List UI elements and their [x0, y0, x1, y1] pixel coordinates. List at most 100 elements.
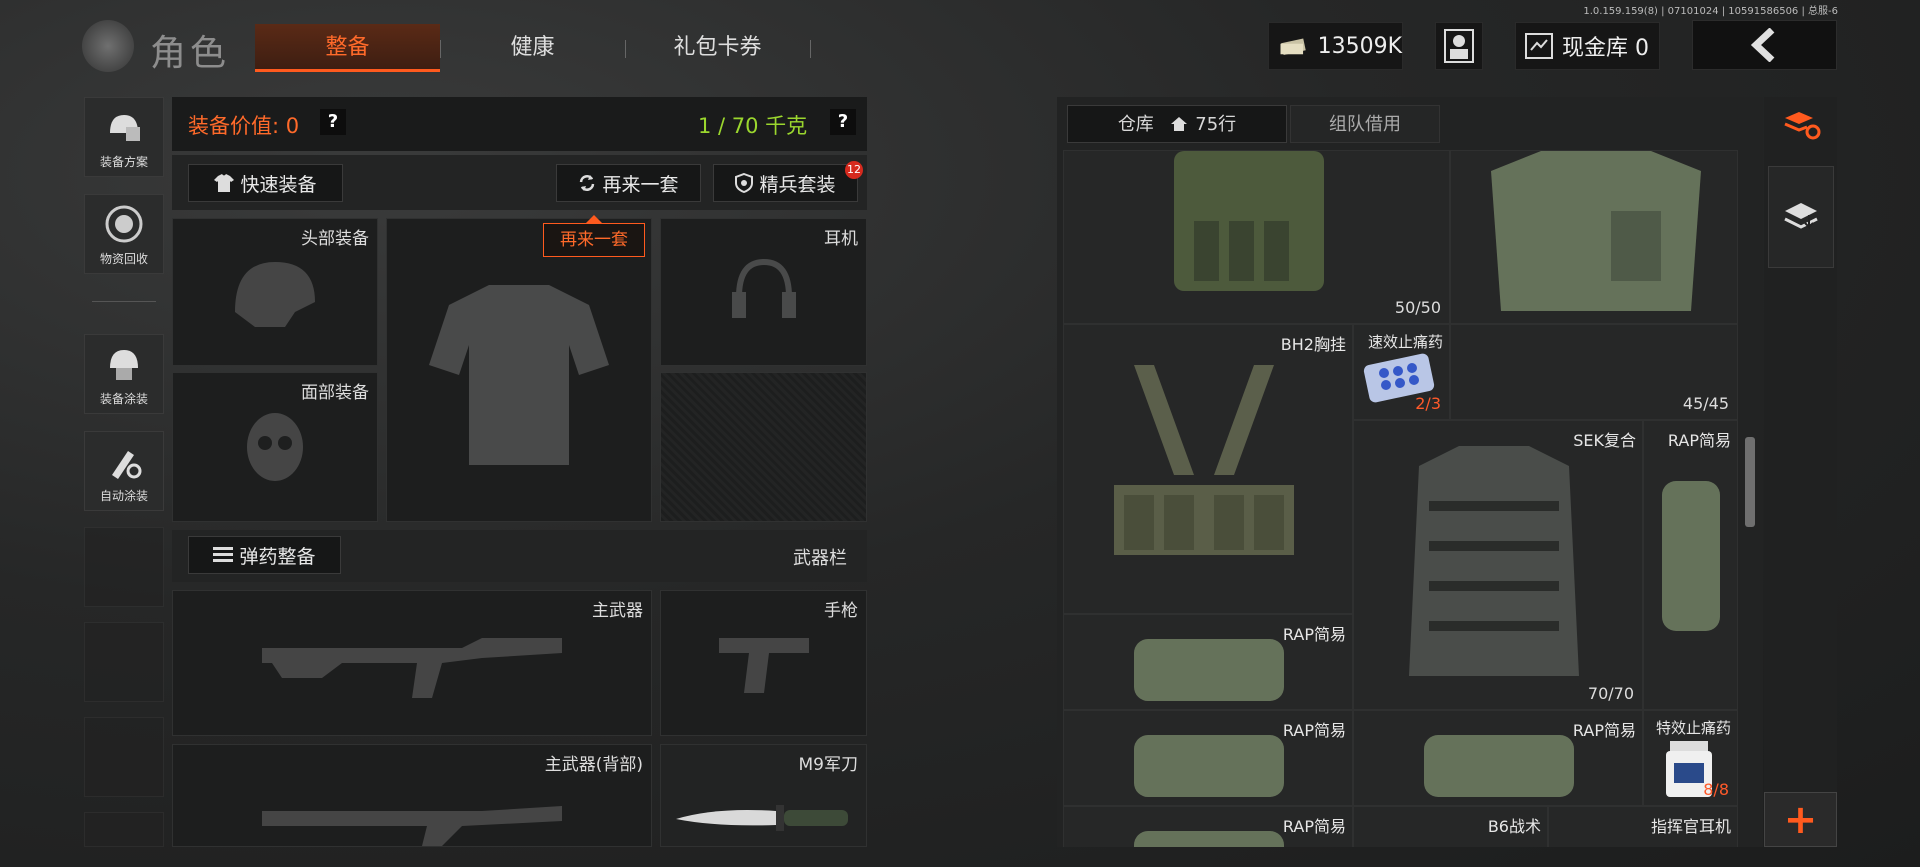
sidebar-empty-slot	[84, 622, 164, 702]
again-label: 再来一套	[602, 173, 679, 196]
storage-item[interactable]: B6战术	[1353, 806, 1548, 847]
vault-icon	[1525, 33, 1553, 59]
item-name: BH2胸挂	[1280, 335, 1346, 354]
slot-label: 主武器	[592, 601, 643, 621]
slot-label: 手枪	[824, 601, 858, 621]
item-name: 特效止痛药	[1655, 719, 1731, 737]
storage-item[interactable]: BH2胸挂	[1063, 324, 1353, 614]
item-count: 2/3	[1415, 394, 1441, 413]
ammo-prep-label: 弹药整备	[239, 545, 316, 568]
refresh-icon	[580, 175, 595, 191]
sidebar-empty-slot	[84, 717, 164, 797]
stack-button[interactable]	[1768, 166, 1834, 268]
pistol-icon	[718, 638, 809, 693]
sidebar-item-auto-paint[interactable]: 自动涂装	[84, 431, 164, 511]
again-tooltip: 再来一套	[543, 215, 645, 257]
cash-vault-button[interactable]: 现金库 0	[1515, 22, 1660, 70]
empty-slot	[660, 372, 867, 522]
pistol-slot[interactable]: 手枪	[660, 590, 867, 736]
weight-help-button[interactable]: ?	[830, 109, 856, 135]
storage-item[interactable]: RAP简易	[1063, 806, 1353, 847]
quick-equip-button[interactable]: 快速装备	[188, 164, 343, 202]
ammo-prep-button[interactable]: 弹药整备	[188, 536, 341, 574]
item-name: RAP简易	[1667, 431, 1731, 450]
storage-item[interactable]	[1450, 150, 1738, 324]
avatar-icon	[1444, 29, 1474, 63]
add-storage-button[interactable]: +	[1764, 792, 1837, 847]
back-button[interactable]	[1692, 20, 1837, 70]
home-icon	[1170, 117, 1187, 131]
headset-icon	[731, 258, 796, 318]
tab-separator	[810, 40, 811, 58]
plate-carrier-icon	[1409, 446, 1579, 676]
helmet-icon	[235, 262, 315, 327]
currency-display[interactable]: 13509K	[1268, 22, 1403, 70]
slot-label: 耳机	[824, 229, 858, 249]
tab-gift-cards[interactable]: 礼包卡券	[625, 24, 810, 72]
earphone-slot[interactable]: 耳机	[660, 218, 867, 366]
storage-item[interactable]: RAP简易	[1063, 614, 1353, 710]
value-help-button[interactable]: ?	[320, 109, 346, 135]
pouch-icon	[1662, 481, 1720, 631]
chest-rig-icon	[1114, 365, 1294, 555]
storage-item[interactable]: RAP简易	[1353, 710, 1643, 806]
shield-icon	[735, 173, 754, 193]
elite-kit-label: 精兵套装	[759, 173, 836, 196]
armor-icon	[429, 285, 609, 465]
sort-button[interactable]	[1778, 102, 1824, 148]
rifle-icon	[262, 638, 562, 698]
back-arrow-icon	[1750, 28, 1774, 62]
item-count: 45/45	[1682, 394, 1729, 413]
storage-item[interactable]: SEK复合 70/70	[1353, 420, 1643, 710]
loadout-icon	[110, 115, 140, 141]
item-name: RAP简易	[1282, 817, 1346, 836]
armor-slot[interactable]	[386, 218, 652, 522]
weight-display: 1 / 70 千克	[698, 114, 808, 138]
auto-paint-icon	[112, 451, 142, 479]
storage-item[interactable]: 速效止痛药 2/3	[1353, 324, 1450, 420]
primary-weapon-slot[interactable]: 主武器	[172, 590, 652, 736]
tab-team-borrow[interactable]: 组队借用	[1290, 105, 1440, 143]
primary-weapon-back-slot[interactable]: 主武器(背部)	[172, 744, 652, 847]
cash-vault-label: 现金库 0	[1562, 36, 1649, 61]
storage-rows: 75行	[1195, 114, 1237, 135]
profile-button[interactable]	[1435, 22, 1483, 70]
sidebar-empty-slot	[84, 812, 164, 847]
sort-refresh-icon	[1784, 112, 1821, 140]
sidebar-item-label: 物资回收	[99, 252, 148, 266]
face-slot[interactable]: 面部装备	[172, 372, 378, 522]
head-slot[interactable]: 头部装备	[172, 218, 378, 366]
sidebar-item-recycle[interactable]: 物资回收	[84, 194, 164, 274]
pouch-icon	[1134, 735, 1284, 797]
role-logo	[82, 20, 134, 72]
sidebar-item-loadout[interactable]: 装备方案	[84, 97, 164, 177]
again-button[interactable]: 再来一套	[556, 164, 701, 202]
storage-item[interactable]: RAP简易	[1643, 420, 1738, 710]
storage-item[interactable]: 特效止痛药 8/8	[1643, 710, 1738, 806]
shirt-icon	[214, 174, 235, 192]
slot-label: 主武器(背部)	[544, 755, 643, 775]
knife-slot[interactable]: M9军刀	[660, 744, 867, 847]
notification-badge: 12	[845, 161, 863, 179]
item-name: 指挥官耳机	[1650, 817, 1731, 836]
tab-equip[interactable]: 整备	[255, 24, 440, 72]
ammo-icon	[213, 547, 234, 562]
storage-item[interactable]: 45/45	[1450, 324, 1738, 420]
sidebar-item-skin[interactable]: 装备涂装	[84, 334, 164, 414]
item-name: RAP简易	[1282, 721, 1346, 740]
elite-kit-button[interactable]: 精兵套装	[713, 164, 858, 202]
storage-item[interactable]: 50/50	[1063, 150, 1450, 324]
mask-icon	[247, 413, 303, 481]
storage-scrollbar[interactable]	[1745, 437, 1755, 527]
storage-item[interactable]: 指挥官耳机	[1548, 806, 1738, 847]
storage-item[interactable]: RAP简易	[1063, 710, 1353, 806]
tab-health[interactable]: 健康	[440, 24, 625, 72]
rifle-icon	[262, 805, 562, 846]
version-info: 1.0.159.159(8) | 07101024 | 10591586506 …	[1583, 6, 1838, 17]
tab-storage[interactable]: 仓库 75行	[1067, 105, 1287, 143]
page-title: 角色	[150, 33, 231, 74]
sidebar-empty-slot	[84, 527, 164, 607]
skin-icon	[110, 350, 138, 380]
vest-icon	[1174, 151, 1324, 291]
item-name: B6战术	[1487, 817, 1541, 836]
